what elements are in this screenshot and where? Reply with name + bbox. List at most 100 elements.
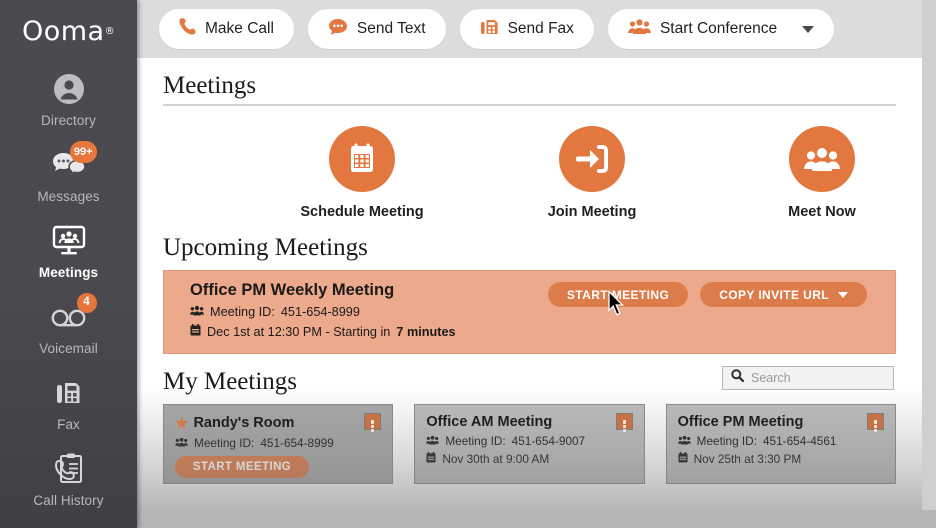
meeting-date: Nov 30th at 9:00 AM	[442, 452, 550, 466]
button-label: Send Text	[356, 20, 426, 37]
search-icon	[731, 369, 745, 387]
meeting-card-date-line: Nov 25th at 3:30 PM	[678, 452, 895, 466]
main-content: Meetings Schedule Meeting Join Meeting M…	[137, 58, 922, 510]
kebab-dots	[371, 420, 375, 432]
start-meeting-label: START MEETING	[192, 461, 292, 473]
chat-bubbles-icon: 99+	[49, 141, 97, 185]
window-right-margin	[922, 0, 936, 528]
schedule-highlight: 7 minutes	[396, 324, 456, 339]
page-title: Meetings	[163, 72, 257, 99]
upcoming-meeting-card[interactable]: Office PM Weekly Meeting Meeting ID: 451…	[163, 270, 896, 354]
start-meeting-button[interactable]: START MEETING	[175, 456, 309, 478]
meeting-card[interactable]: Office AM Meeting Meeting ID: 451-654-90	[414, 404, 645, 484]
meeting-id-label: Meeting ID:	[210, 305, 275, 319]
upcoming-meetings-title: Upcoming Meetings	[163, 234, 368, 261]
button-label: Start Conference	[659, 20, 778, 37]
start-conference-button[interactable]: Start Conference	[607, 9, 835, 49]
copy-invite-url-label: COPY INVITE URL	[719, 287, 829, 302]
sidebar: Ooma ® Directory 99+ Messages Meetings 4…	[0, 0, 137, 528]
meeting-card-title: Office PM Meeting	[677, 414, 804, 430]
start-meeting-label: START MEETING	[566, 287, 670, 302]
voicemail-icon: 4	[49, 293, 97, 337]
call-history-icon	[49, 449, 89, 489]
send-fax-button[interactable]: Send Fax	[459, 9, 594, 49]
meeting-id-label: Meeting ID:	[445, 434, 506, 448]
chat-bubble-icon	[328, 18, 348, 41]
quick-actions: Schedule Meeting Join Meeting Meet Now	[297, 106, 922, 220]
fax-icon	[480, 17, 499, 42]
meeting-card[interactable]: ★ Randy's Room Meeting ID: 451-654-8999 …	[163, 404, 394, 484]
meeting-card-menu-button[interactable]	[364, 413, 382, 432]
sidebar-item-label: Voicemail	[39, 341, 98, 356]
upcoming-meeting-id-line: Meeting ID: 451-654-8999	[190, 305, 895, 319]
arrow-into-door-icon	[559, 126, 625, 192]
calendar-icon	[329, 126, 395, 192]
chevron-down-icon[interactable]	[802, 25, 815, 33]
join-meeting-action[interactable]: Join Meeting	[527, 126, 657, 220]
my-meetings-list: ★ Randy's Room Meeting ID: 451-654-8999 …	[163, 404, 896, 484]
meeting-id-value: 451-654-4561	[762, 434, 837, 448]
upcoming-schedule-line: Dec 1st at 12:30 PM - Starting in 7 minu…	[190, 324, 895, 339]
search-box[interactable]	[722, 366, 894, 390]
people-icon	[789, 126, 855, 192]
meeting-card-id-line: Meeting ID: 451-654-4561	[677, 434, 895, 448]
meeting-card-id-line: Meeting ID: 451-654-9007	[426, 434, 643, 448]
sidebar-item-label: Meetings	[38, 265, 99, 280]
meeting-card-menu-button[interactable]	[615, 413, 633, 432]
kebab-dots	[622, 420, 626, 432]
start-meeting-button[interactable]: START MEETING	[547, 282, 689, 307]
meeting-card-title: Office AM Meeting	[426, 414, 553, 430]
send-text-button[interactable]: Send Text	[307, 9, 446, 49]
calendar-icon	[426, 452, 436, 466]
make-call-button[interactable]: Make Call	[159, 9, 294, 49]
action-label: Meet Now	[788, 204, 856, 220]
chevron-down-icon[interactable]	[838, 291, 848, 298]
sidebar-item-fax[interactable]: Fax	[0, 366, 137, 438]
sidebar-item-messages[interactable]: 99+ Messages	[0, 138, 137, 210]
meeting-id-label: Meeting ID:	[696, 434, 757, 448]
app-window: Ooma ® Directory 99+ Messages Meetings 4…	[0, 0, 936, 528]
sidebar-item-label: Fax	[57, 417, 80, 432]
meeting-card-title-row: Office PM Meeting	[678, 414, 895, 430]
kebab-dots	[873, 420, 877, 432]
people-icon	[426, 434, 440, 448]
sidebar-item-call-history[interactable]: Call History	[0, 442, 137, 514]
sidebar-item-label: Call History	[33, 493, 104, 508]
schedule-meeting-action[interactable]: Schedule Meeting	[297, 126, 427, 220]
people-icon	[190, 305, 204, 319]
sidebar-item-voicemail[interactable]: 4 Voicemail	[0, 290, 137, 362]
user-circle-icon	[49, 69, 89, 109]
brand-registered-mark: ®	[104, 25, 116, 37]
search-input[interactable]	[751, 371, 881, 385]
sidebar-item-label: Directory	[41, 113, 96, 128]
sidebar-item-directory[interactable]: Directory	[0, 62, 137, 134]
meeting-id-value: 451-654-8999	[280, 305, 360, 319]
copy-invite-url-button[interactable]: COPY INVITE URL	[700, 282, 867, 307]
button-label: Send Fax	[507, 20, 574, 37]
my-meetings-header: My Meetings	[137, 366, 922, 396]
messages-badge: 99+	[69, 141, 97, 163]
brand-name: Ooma	[21, 15, 105, 47]
meeting-card-date-line: Nov 30th at 9:00 AM	[426, 452, 643, 466]
calendar-icon	[678, 452, 688, 466]
meeting-card-title-row: ★ Randy's Room	[175, 414, 392, 432]
meeting-card-title: Randy's Room	[193, 415, 295, 431]
calendar-icon	[190, 324, 201, 339]
meeting-id-value: 451-654-9007	[511, 434, 586, 448]
fax-icon	[49, 373, 89, 413]
meet-now-action[interactable]: Meet Now	[757, 126, 887, 220]
meeting-id-value: 451-654-8999	[260, 436, 334, 450]
sidebar-item-meetings[interactable]: Meetings	[0, 214, 137, 286]
window-bottom-margin	[0, 510, 936, 528]
action-label: Join Meeting	[547, 204, 637, 220]
monitor-people-icon	[49, 221, 89, 261]
top-action-bar: Make Call Send Text Send Fax Start Confe…	[137, 0, 922, 58]
brand-logo: Ooma ®	[0, 0, 137, 62]
voicemail-badge: 4	[76, 293, 97, 313]
phone-icon	[179, 17, 196, 41]
meeting-card[interactable]: Office PM Meeting Meeting ID: 451-654-45	[665, 404, 896, 484]
button-label: Make Call	[205, 20, 274, 37]
meeting-card-menu-button[interactable]	[866, 413, 884, 432]
meeting-card-id-line: Meeting ID: 451-654-8999	[175, 436, 392, 450]
people-icon	[175, 436, 188, 450]
